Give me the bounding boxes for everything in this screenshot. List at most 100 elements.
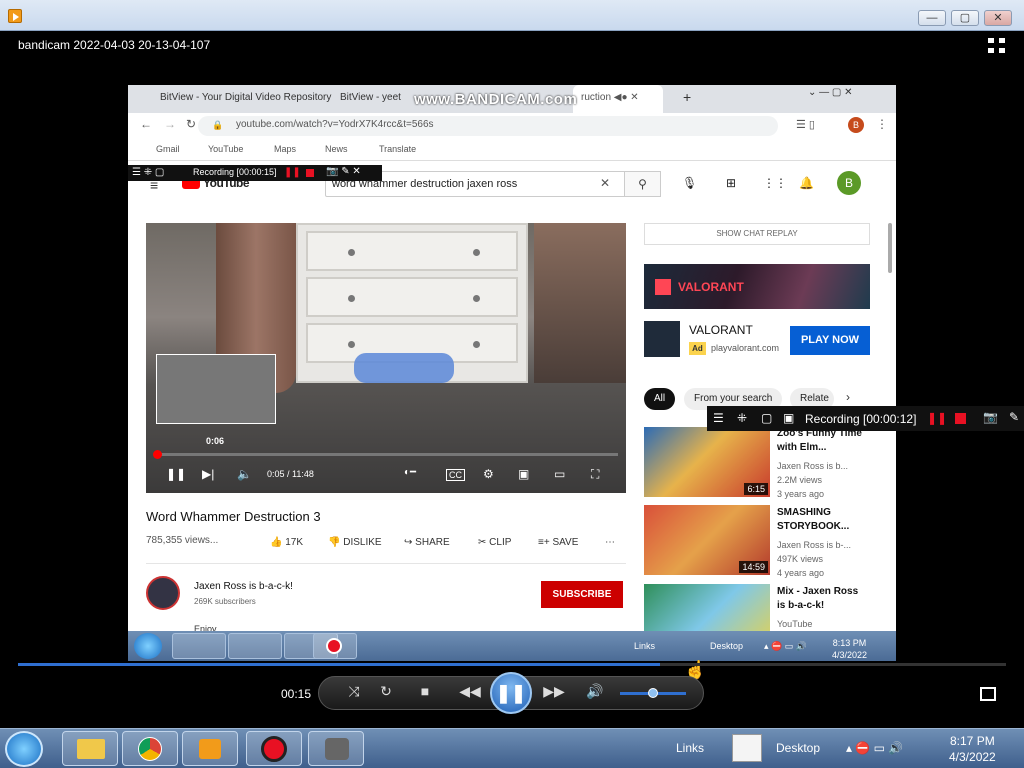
bookmark-youtube[interactable]: YouTube <box>208 144 243 154</box>
draw-icon[interactable]: ✎ <box>1009 410 1019 424</box>
repeat-icon[interactable]: ↻ <box>375 683 397 700</box>
omnibox[interactable]: youtube.com/watch?v=YodrX7K4rcc&t=566s <box>198 116 778 136</box>
rewind-icon[interactable]: ◀◀ <box>456 683 484 700</box>
tray-icons[interactable]: ▴ ⛔ ▭ 🔊 <box>846 741 903 755</box>
notifications-icon[interactable]: 🔔 <box>799 176 814 190</box>
toolbar-menu-icon[interactable]: ☰ <box>713 411 724 425</box>
apps-icon[interactable]: ⋮⋮ <box>763 176 787 190</box>
profile-avatar[interactable]: B <box>848 117 864 133</box>
account-avatar[interactable]: B <box>837 171 861 195</box>
pause-record-icon[interactable]: ❚❚ <box>927 411 947 425</box>
taskbar-media-icon[interactable] <box>308 731 364 766</box>
screenshot-icon[interactable]: 📷 ✎ ✕ <box>326 166 361 177</box>
menu-icon[interactable]: ⋮ <box>876 117 888 131</box>
miniplayer-icon[interactable]: ▣ <box>518 467 529 481</box>
inner-desktop-toolbar[interactable]: Desktop <box>710 641 743 651</box>
taskbar-chrome-icon[interactable] <box>122 731 178 766</box>
video-progress-scrubber[interactable] <box>153 450 162 459</box>
desktop-toolbar[interactable]: Desktop <box>776 741 820 755</box>
video-progress-bar[interactable] <box>154 453 618 456</box>
inner-taskbar-bandicam[interactable] <box>313 633 357 659</box>
clip-button[interactable]: ✂ CLIP <box>478 537 511 548</box>
bandicam-recording-toolbar-small[interactable]: ☰ ⁜ ▢ Recording [00:00:15] ❚❚ 📷 ✎ ✕ <box>128 165 382 181</box>
toolbar-menu-icon[interactable]: ☰ ⁜ ▢ <box>132 167 164 178</box>
toolbar-window-icon[interactable]: ▣ <box>783 411 794 425</box>
taskbar-explorer-icon[interactable] <box>62 731 118 766</box>
browser-tab-active[interactable]: ruction ◀● ✕ <box>573 85 663 113</box>
back-icon[interactable]: ← <box>140 117 152 131</box>
subscribe-button[interactable]: SUBSCRIBE <box>541 581 623 608</box>
captions-icon[interactable]: CC <box>446 469 465 481</box>
fast-forward-icon[interactable]: ▶▶ <box>540 683 568 700</box>
channel-name[interactable]: Jaxen Ross is b-a-c-k! <box>194 581 293 592</box>
taskbar-bandicam-icon[interactable] <box>246 731 302 766</box>
stop-record-icon[interactable] <box>955 413 966 424</box>
inner-taskbar-explorer[interactable] <box>172 633 226 659</box>
share-button[interactable]: ↪ SHARE <box>404 537 450 548</box>
stop-icon[interactable]: ■ <box>414 683 436 699</box>
fullscreen-icon[interactable]: ⛶ <box>591 467 599 482</box>
settings-gear-icon[interactable]: ⚙ <box>483 467 494 481</box>
recommendation-thumbnail[interactable]: 14:59 <box>644 505 770 575</box>
screenshot-icon[interactable]: 📷 <box>983 410 998 424</box>
recommendation-thumbnail[interactable]: 6:15 <box>644 427 770 497</box>
autoplay-toggle[interactable]: ◐━ <box>404 467 416 478</box>
pause-icon[interactable]: ❚❚ <box>166 467 186 481</box>
bookmark-maps[interactable]: Maps <box>274 144 296 154</box>
create-video-icon[interactable]: ⊞ <box>726 176 736 190</box>
browser-window-controls[interactable]: ⌄ — ▢ ✕ <box>808 87 853 98</box>
like-button[interactable]: 👍 17K <box>270 537 303 548</box>
next-video-icon[interactable]: ▶| <box>202 467 214 481</box>
show-chat-replay-button[interactable]: SHOW CHAT REPLAY <box>644 223 870 245</box>
recommendation-title[interactable]: SMASHING STORYBOOK... <box>777 506 867 534</box>
inner-taskbar-chrome[interactable] <box>228 633 282 659</box>
expand-window-icon[interactable] <box>980 687 996 701</box>
bookmark-news[interactable]: News <box>325 144 348 154</box>
inner-links-toolbar[interactable]: Links <box>634 641 655 651</box>
toolbar-region-icon[interactable]: ▢ <box>761 411 772 425</box>
bookmark-translate[interactable]: Translate <box>379 144 416 154</box>
page-scrollbar[interactable] <box>888 223 892 273</box>
browser-tab[interactable]: BitView - yeet <box>308 85 428 113</box>
maximize-button[interactable]: ▢ <box>951 10 979 26</box>
recommendation-title[interactable]: Mix - Jaxen Ross is b-a-c-k! <box>777 585 863 613</box>
forward-icon[interactable]: → <box>164 117 176 131</box>
save-button[interactable]: ≡+ SAVE <box>538 537 578 548</box>
recommendation-title[interactable]: Zoo's Funny Time with Elm... <box>777 427 863 455</box>
stop-record-icon[interactable] <box>306 169 314 177</box>
new-tab-icon[interactable]: + <box>683 89 691 105</box>
play-now-button[interactable]: PLAY NOW <box>790 326 870 355</box>
minimize-button[interactable]: — <box>918 10 946 26</box>
volume-slider-knob[interactable] <box>648 688 658 698</box>
inner-start-button[interactable] <box>134 633 162 659</box>
chip-all[interactable]: All <box>644 388 676 410</box>
bandicam-recording-toolbar[interactable]: ☰ ⁜ ▢ ▣ Recording [00:00:12] ❚❚ 📷 ✎ <box>707 406 1024 431</box>
desktop-toolbar-icon[interactable] <box>732 734 762 762</box>
close-button[interactable]: ✕ <box>984 10 1012 26</box>
start-button[interactable] <box>5 731 43 767</box>
theater-mode-icon[interactable]: ▭ <box>554 467 565 481</box>
microphone-icon[interactable]: 🎙 <box>682 176 697 190</box>
dislike-button[interactable]: 👎 DISLIKE <box>328 537 382 548</box>
toolbar-fullscreen-icon[interactable]: ⁜ <box>737 411 747 425</box>
volume-icon[interactable]: 🔈 <box>237 467 252 481</box>
browser-tab[interactable]: BitView - Your Digital Video Repository <box>128 85 331 113</box>
links-toolbar[interactable]: Links <box>676 741 704 755</box>
clear-search-icon[interactable]: ✕ <box>600 176 610 190</box>
chips-next-icon[interactable]: › <box>846 390 850 404</box>
youtube-video-player[interactable]: 0:06 ❚❚ ▶| 🔈 0:05 / 11:48 ◐━ CC ⚙ ▣ ▭ ⛶ <box>146 223 626 493</box>
inner-tray-icons[interactable]: ▴ ⛔ ▭ 🔊 <box>764 641 807 652</box>
pause-record-icon[interactable]: ❚❚ <box>284 167 301 178</box>
volume-icon[interactable]: 🔊 <box>584 683 606 700</box>
extensions-icon[interactable]: ☰ ▯ <box>796 118 815 131</box>
channel-avatar[interactable] <box>146 576 180 610</box>
taskbar-player-icon[interactable] <box>182 731 238 766</box>
fullscreen-toggle-icon[interactable] <box>988 38 1005 53</box>
play-pause-button[interactable]: ❚❚ <box>490 672 532 714</box>
bookmark-gmail[interactable]: Gmail <box>156 144 180 154</box>
ad-app-icon[interactable] <box>644 321 680 357</box>
search-icon[interactable]: ⚲ <box>625 171 661 197</box>
more-actions-icon[interactable]: ⋯ <box>605 537 615 548</box>
reload-icon[interactable]: ↻ <box>186 117 196 131</box>
ad-title[interactable]: VALORANT <box>689 323 753 337</box>
